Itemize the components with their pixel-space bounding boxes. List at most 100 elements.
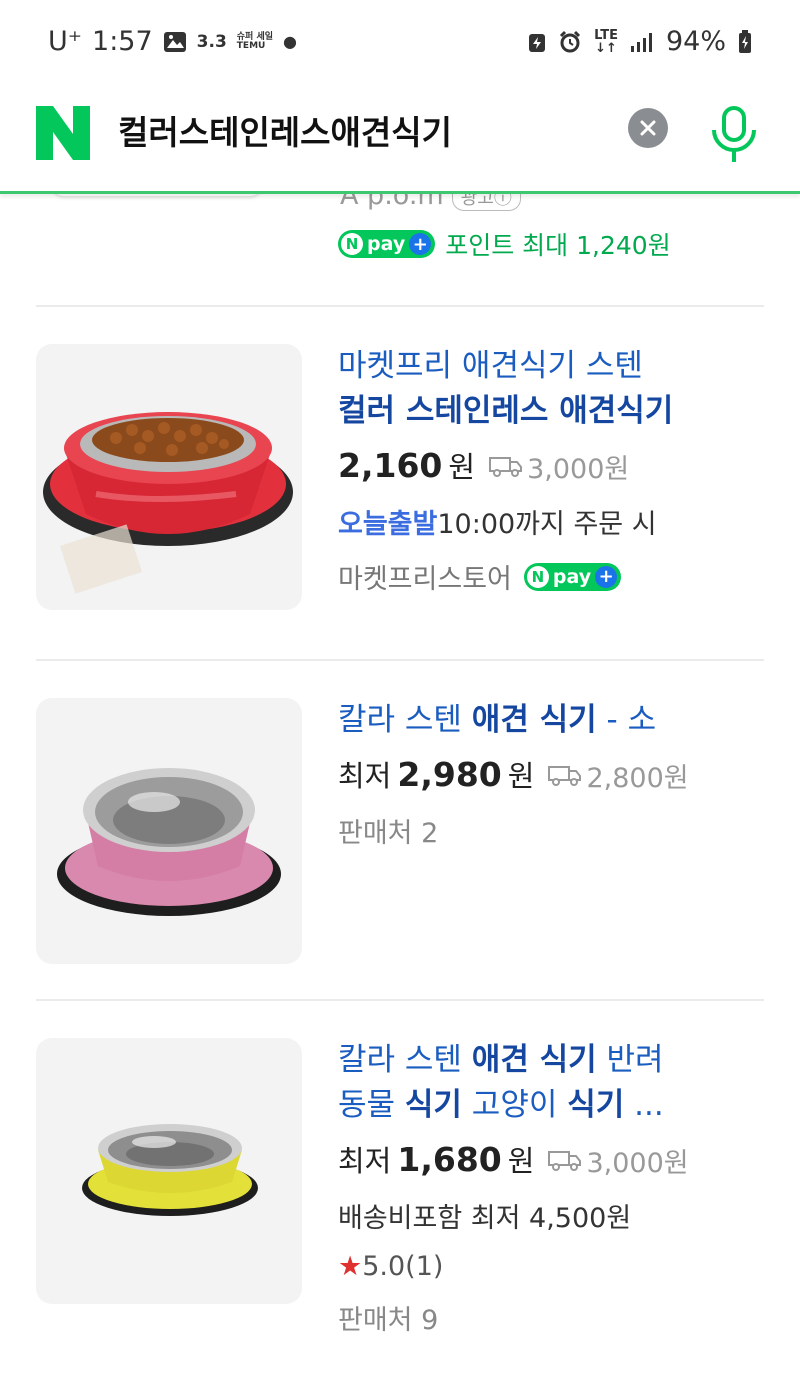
red-bowl-image <box>43 412 293 594</box>
carrier-label: U⁺ <box>48 26 83 57</box>
partial-brand-label: A p.o.m 광고ⓘ <box>340 194 521 211</box>
star-icon: ★ <box>338 1251 363 1282</box>
today-dispatch-badge: 오늘출발 <box>338 509 438 540</box>
title-line-2: 컬러 스테인레스 애견식기 <box>338 393 674 429</box>
product-thumbnail[interactable] <box>36 698 302 964</box>
npay-plus-icon: + <box>595 565 618 588</box>
signal-icon <box>630 32 652 52</box>
price-value: 1,680 <box>397 1140 502 1179</box>
search-header: 컬러스테인레스애견식기 <box>0 86 800 194</box>
npay-n-icon: N <box>341 233 363 255</box>
search-input[interactable]: 컬러스테인레스애견식기 <box>118 106 452 160</box>
clear-search-button[interactable] <box>628 108 668 148</box>
voice-search-icon[interactable] <box>706 102 762 166</box>
naver-logo-icon[interactable] <box>36 106 90 160</box>
product-info: 마켓프리 애견식기 스텐 컬러 스테인레스 애견식기 2,160 원 3,000… <box>338 344 764 596</box>
shipping-fee-value: 2,800원 <box>586 762 689 794</box>
truck-icon <box>548 766 582 786</box>
delivery-info: 오늘출발10:00까지 주문 시 <box>338 502 764 541</box>
product-info: 칼라 스텐 애견 식기 - 소 최저 2,980 원 2,800원 판매처 2 <box>338 698 764 850</box>
more-notifications-dot: ● <box>283 32 298 51</box>
title-line-2: 동물 식기 고양이 식기 ... <box>338 1083 764 1128</box>
title-line-1: 마켓프리 애견식기 스텐 <box>338 348 643 384</box>
title-part: 동물 <box>338 1087 405 1123</box>
status-bar: U⁺ 1:57 3.3 슈퍼 세일 TEMU ● LTE ↓↑ 94% <box>0 0 800 86</box>
title-part: 칼라 스텐 <box>338 702 472 738</box>
network-indicator: LTE ↓↑ <box>594 29 618 55</box>
search-results-feed[interactable]: A p.o.m 광고ⓘ N pay + 포인트 최대 1,240원 마켓프리 애… <box>0 194 800 1393</box>
product-info: 칼라 스텐 애견 식기 반려 동물 식기 고양이 식기 ... 최저 1,680… <box>338 1038 764 1337</box>
review-count: (1) <box>405 1251 444 1282</box>
title-highlight: 식기 <box>404 1087 462 1123</box>
price-row: 최저 2,980 원 2,800원 <box>338 753 764 795</box>
partial-thumbnail-edge <box>52 194 262 196</box>
title-line-1: 칼라 스텐 애견 식기 반려 <box>338 1038 764 1083</box>
list-item[interactable]: 칼라 스텐 애견 식기 반려 동물 식기 고양이 식기 ... 최저 1,680… <box>0 1001 800 1393</box>
title-part: 칼라 스텐 <box>338 1042 472 1078</box>
price-currency: 원 <box>507 759 535 793</box>
product-title[interactable]: 칼라 스텐 애견 식기 반려 동물 식기 고양이 식기 ... <box>338 1038 764 1128</box>
list-item[interactable]: 마켓프리 애견식기 스텐 컬러 스테인레스 애견식기 2,160 원 3,000… <box>0 307 800 659</box>
today-dispatch-detail: 10:00까지 주문 시 <box>437 509 657 540</box>
gallery-icon <box>163 31 186 52</box>
product-thumbnail[interactable] <box>36 344 302 610</box>
npay-point-row: N pay + 포인트 최대 1,240원 <box>338 226 671 262</box>
status-right: LTE ↓↑ 94% <box>528 26 752 57</box>
ad-badge[interactable]: 광고ⓘ <box>451 194 521 211</box>
list-item[interactable]: 칼라 스텐 애견 식기 - 소 최저 2,980 원 2,800원 판매처 2 <box>0 661 800 999</box>
rating-score: 5.0 <box>362 1251 406 1282</box>
lowest-label: 최저 <box>338 1144 392 1178</box>
price-currency: 원 <box>448 450 476 484</box>
title-highlight: 애견 식기 <box>471 702 597 738</box>
truck-icon <box>489 457 523 477</box>
price-row: 최저 1,680 원 3,000원 <box>338 1138 764 1180</box>
npay-plus-icon: + <box>409 233 432 255</box>
product-thumbnail[interactable] <box>36 1038 302 1304</box>
truck-icon <box>548 1151 582 1171</box>
price-currency: 원 <box>507 1144 535 1178</box>
seller-count[interactable]: 판매처 2 <box>338 811 764 850</box>
shipping-fee-value: 3,000원 <box>527 453 630 485</box>
notif-temu: 슈퍼 세일 TEMU <box>236 32 273 51</box>
title-part: 고양이 <box>461 1087 568 1123</box>
title-part: - 소 <box>596 702 657 738</box>
shipping-included-price: 배송비포함 최저 4,500원 <box>338 1203 632 1234</box>
network-arrows-icon: ↓↑ <box>595 40 617 56</box>
status-left: U⁺ 1:57 3.3 슈퍼 세일 TEMU ● <box>48 26 297 57</box>
battery-saver-icon <box>529 33 546 52</box>
shipping-fee: 2,800원 <box>548 756 689 795</box>
yellow-bowl-image <box>82 1124 258 1216</box>
npay-label: pay <box>367 233 406 255</box>
clock: 1:57 <box>92 26 153 57</box>
battery-icon <box>739 29 751 53</box>
title-highlight: 식기 <box>567 1087 625 1123</box>
title-part: ... <box>624 1087 664 1123</box>
brand-name: A p.o.m <box>340 194 444 211</box>
store-row: 마켓프리스토어 N pay + <box>338 557 764 596</box>
price-value: 2,980 <box>397 755 502 794</box>
notif-sale-number: 3.3 <box>196 31 227 52</box>
title-highlight: 애견 식기 <box>471 1042 597 1078</box>
battery-percent: 94% <box>665 26 726 57</box>
pink-bowl-image <box>57 768 281 916</box>
store-name[interactable]: 마켓프리스토어 <box>338 557 512 596</box>
partial-result-item[interactable]: A p.o.m 광고ⓘ N pay + 포인트 최대 1,240원 <box>0 194 800 305</box>
notif-temu-bottom: TEMU <box>236 40 266 51</box>
rating[interactable]: ★5.0(1) <box>338 1251 764 1282</box>
alarm-icon <box>560 30 581 52</box>
network-type: LTE <box>594 27 618 43</box>
lowest-label: 최저 <box>338 759 392 793</box>
price-row: 2,160 원 3,000원 <box>338 444 764 486</box>
price-value: 2,160 <box>338 446 443 485</box>
close-icon <box>640 120 656 136</box>
shipping-fee-value: 3,000원 <box>586 1147 689 1179</box>
npay-label: pay <box>552 565 592 588</box>
product-title[interactable]: 마켓프리 애견식기 스텐 컬러 스테인레스 애견식기 <box>338 344 764 434</box>
title-part: 반려 <box>596 1042 664 1078</box>
shipping-fee: 3,000원 <box>548 1141 689 1180</box>
seller-count[interactable]: 판매처 9 <box>338 1298 764 1337</box>
npay-n-icon: N <box>526 565 549 588</box>
product-title[interactable]: 칼라 스텐 애견 식기 - 소 <box>338 698 764 743</box>
npay-badge: N pay + <box>523 562 622 591</box>
npay-badge: N pay + <box>338 230 436 258</box>
